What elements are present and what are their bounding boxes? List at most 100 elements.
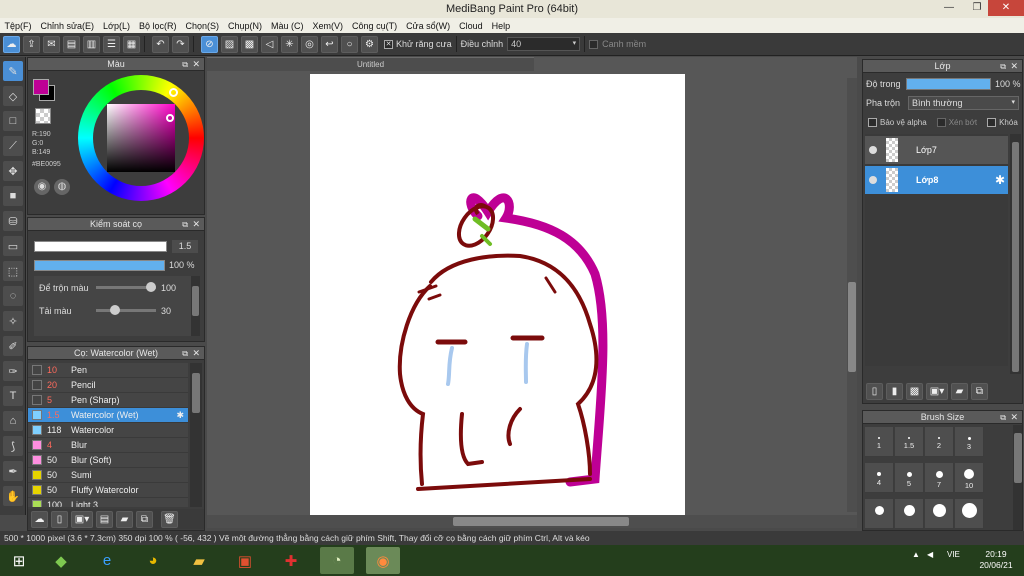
minimize-button[interactable]: — bbox=[936, 0, 962, 16]
cloud-icon[interactable]: ☁ bbox=[3, 35, 20, 53]
brush-copy-icon[interactable]: ▤ bbox=[96, 510, 113, 528]
cross-snap-icon[interactable]: ▩ bbox=[241, 35, 258, 53]
select-pen-icon[interactable]: ✐ bbox=[3, 336, 23, 356]
bluestacks-icon[interactable]: ◆ bbox=[44, 547, 78, 574]
move-tool-icon[interactable]: ✥ bbox=[3, 161, 23, 181]
line-tool-icon[interactable]: ⟋ bbox=[3, 136, 23, 156]
layer-blend-select[interactable]: Bình thường ▾ bbox=[908, 96, 1019, 110]
network-icon[interactable]: ▲ bbox=[912, 550, 920, 559]
menu-window[interactable]: Cửa sổ(W) bbox=[402, 21, 455, 31]
gear-icon[interactable]: ✱ bbox=[995, 173, 1005, 187]
message-icon[interactable]: ▤ bbox=[63, 35, 80, 53]
brush-item[interactable]: 1.5 Watercolor (Wet) ✱ bbox=[28, 408, 188, 423]
brush-item[interactable]: 4 Blur bbox=[28, 438, 188, 453]
eraser-tool-icon[interactable]: ◇ bbox=[3, 86, 23, 106]
layer-item[interactable]: Lớp7 bbox=[865, 136, 1008, 164]
correction-select[interactable]: 40 ▾ bbox=[507, 37, 581, 51]
gradient-tool-icon[interactable]: ▭ bbox=[3, 236, 23, 256]
drawing-canvas[interactable] bbox=[310, 74, 685, 516]
add-brush-icon[interactable]: ▣▾ bbox=[71, 510, 93, 528]
new-layer-half-icon[interactable]: ▮ bbox=[886, 382, 903, 400]
brush-size-cell[interactable] bbox=[925, 499, 954, 529]
add-layer-menu-icon[interactable]: ▣▾ bbox=[926, 382, 948, 400]
menu-file[interactable]: Tệp(F) bbox=[0, 21, 36, 31]
transparent-swatch[interactable] bbox=[35, 108, 51, 124]
document-icon[interactable]: ▥ bbox=[83, 35, 100, 53]
undock-icon[interactable]: ⧉ bbox=[1000, 411, 1006, 424]
saturation-square[interactable] bbox=[107, 104, 175, 172]
brush-opacity-slider[interactable] bbox=[34, 260, 165, 271]
foreground-color-swatch[interactable] bbox=[33, 79, 49, 95]
brush-item[interactable]: 20 Pencil bbox=[28, 378, 188, 393]
curve-snap-icon[interactable]: ↩ bbox=[321, 35, 338, 53]
hue-wheel[interactable] bbox=[78, 75, 204, 201]
circle-snap-icon[interactable]: ◎ bbox=[301, 35, 318, 53]
menu-snap[interactable]: Chụp(N) bbox=[224, 21, 267, 31]
new-layer-icon[interactable]: ▯ bbox=[866, 382, 883, 400]
volume-icon[interactable]: ◀ bbox=[927, 550, 933, 559]
comment-icon[interactable]: ✉ bbox=[43, 35, 60, 53]
magic-wand-icon[interactable]: ✧ bbox=[3, 311, 23, 331]
snap-off-icon[interactable]: ⊘ bbox=[201, 35, 218, 53]
gear-icon[interactable]: ✱ bbox=[176, 410, 184, 421]
brush-item[interactable]: 118 Watercolor bbox=[28, 423, 188, 438]
menu-view[interactable]: Xem(V) bbox=[308, 21, 348, 31]
vanishing-snap-icon[interactable]: ◁ bbox=[261, 35, 278, 53]
undock-icon[interactable]: ⧉ bbox=[182, 58, 188, 71]
undo-icon[interactable]: ↶ bbox=[152, 35, 169, 53]
clock[interactable]: 20:19 20/06/21 bbox=[976, 549, 1016, 571]
menu-layer[interactable]: Lớp(L) bbox=[99, 21, 135, 31]
undock-icon[interactable]: ⧉ bbox=[182, 347, 188, 360]
amount-slider[interactable] bbox=[96, 305, 156, 315]
redo-icon[interactable]: ↷ bbox=[172, 35, 189, 53]
scrollbar[interactable] bbox=[1013, 425, 1022, 530]
visibility-icon[interactable] bbox=[869, 176, 877, 184]
text-tool-icon[interactable]: T bbox=[3, 386, 23, 406]
brush-size-cell[interactable]: 10 bbox=[955, 463, 984, 493]
visibility-icon[interactable] bbox=[869, 146, 877, 154]
menu-tools[interactable]: Công cụ(T) bbox=[348, 21, 402, 31]
select-eraser-icon[interactable]: ✑ bbox=[3, 361, 23, 381]
scrollbar[interactable] bbox=[1010, 134, 1021, 374]
menu-color[interactable]: Màu (C) bbox=[267, 21, 309, 31]
radial-snap-icon[interactable]: ✳ bbox=[281, 35, 298, 53]
trash-icon[interactable]: 🗑 bbox=[161, 510, 178, 528]
brush-item[interactable]: 100 Light 3 bbox=[28, 498, 188, 507]
close-icon[interactable]: ✕ bbox=[192, 58, 200, 71]
duplicate-icon[interactable]: ⧉ bbox=[971, 382, 988, 400]
scrollbar[interactable] bbox=[191, 276, 200, 336]
maximize-button[interactable]: ❐ bbox=[964, 0, 990, 16]
snap-settings-icon[interactable]: ⚙ bbox=[361, 35, 378, 53]
camtasia-icon[interactable]: ◔ bbox=[320, 547, 354, 574]
lasso-tool-icon[interactable]: ◌ bbox=[3, 286, 23, 306]
canvas-vertical-scrollbar[interactable] bbox=[847, 78, 857, 512]
menu-filter[interactable]: Bộ lọc(R) bbox=[134, 21, 181, 31]
duplicate-icon[interactable]: ⧉ bbox=[136, 510, 153, 528]
close-icon[interactable]: ✕ bbox=[192, 347, 200, 360]
chrome-icon[interactable]: ◕ bbox=[136, 547, 170, 574]
edge-checkbox[interactable] bbox=[589, 39, 599, 49]
share-icon[interactable]: ⇪ bbox=[23, 35, 40, 53]
antialias-toggle[interactable]: ✕ Khử răng cưa bbox=[384, 39, 452, 49]
hand-tool-icon[interactable]: ✋ bbox=[3, 486, 23, 506]
windows-start-icon[interactable]: ⊞ bbox=[2, 547, 36, 574]
color-marker[interactable] bbox=[166, 114, 174, 122]
brush-size-cell[interactable]: 7 bbox=[925, 463, 954, 493]
medibang-taskbar-icon[interactable]: ◉ bbox=[366, 547, 400, 574]
brush-size-cell[interactable] bbox=[955, 499, 984, 529]
select-tool-icon[interactable]: ⬚ bbox=[3, 261, 23, 281]
checkbox-icon[interactable]: ✕ bbox=[384, 39, 393, 49]
menu-cloud[interactable]: Cloud bbox=[455, 21, 488, 31]
parallel-snap-icon[interactable]: ▨ bbox=[221, 35, 238, 53]
brush-item[interactable]: 10 Pen bbox=[28, 363, 188, 378]
layer-opacity-slider[interactable] bbox=[906, 78, 991, 90]
undock-icon[interactable]: ⧉ bbox=[182, 218, 188, 231]
close-button[interactable]: ✕ bbox=[988, 0, 1024, 16]
canvas-horizontal-scrollbar[interactable] bbox=[207, 515, 857, 528]
new-layer-dots-icon[interactable]: ▩ bbox=[906, 382, 923, 400]
cloud-download-icon[interactable]: ☁ bbox=[31, 510, 48, 528]
menu-edit[interactable]: Chỉnh sửa(E) bbox=[36, 21, 99, 31]
internet-explorer-icon[interactable]: e bbox=[90, 547, 124, 574]
close-icon[interactable]: ✕ bbox=[1010, 60, 1018, 73]
palette-icon[interactable]: ◉ bbox=[34, 179, 50, 195]
